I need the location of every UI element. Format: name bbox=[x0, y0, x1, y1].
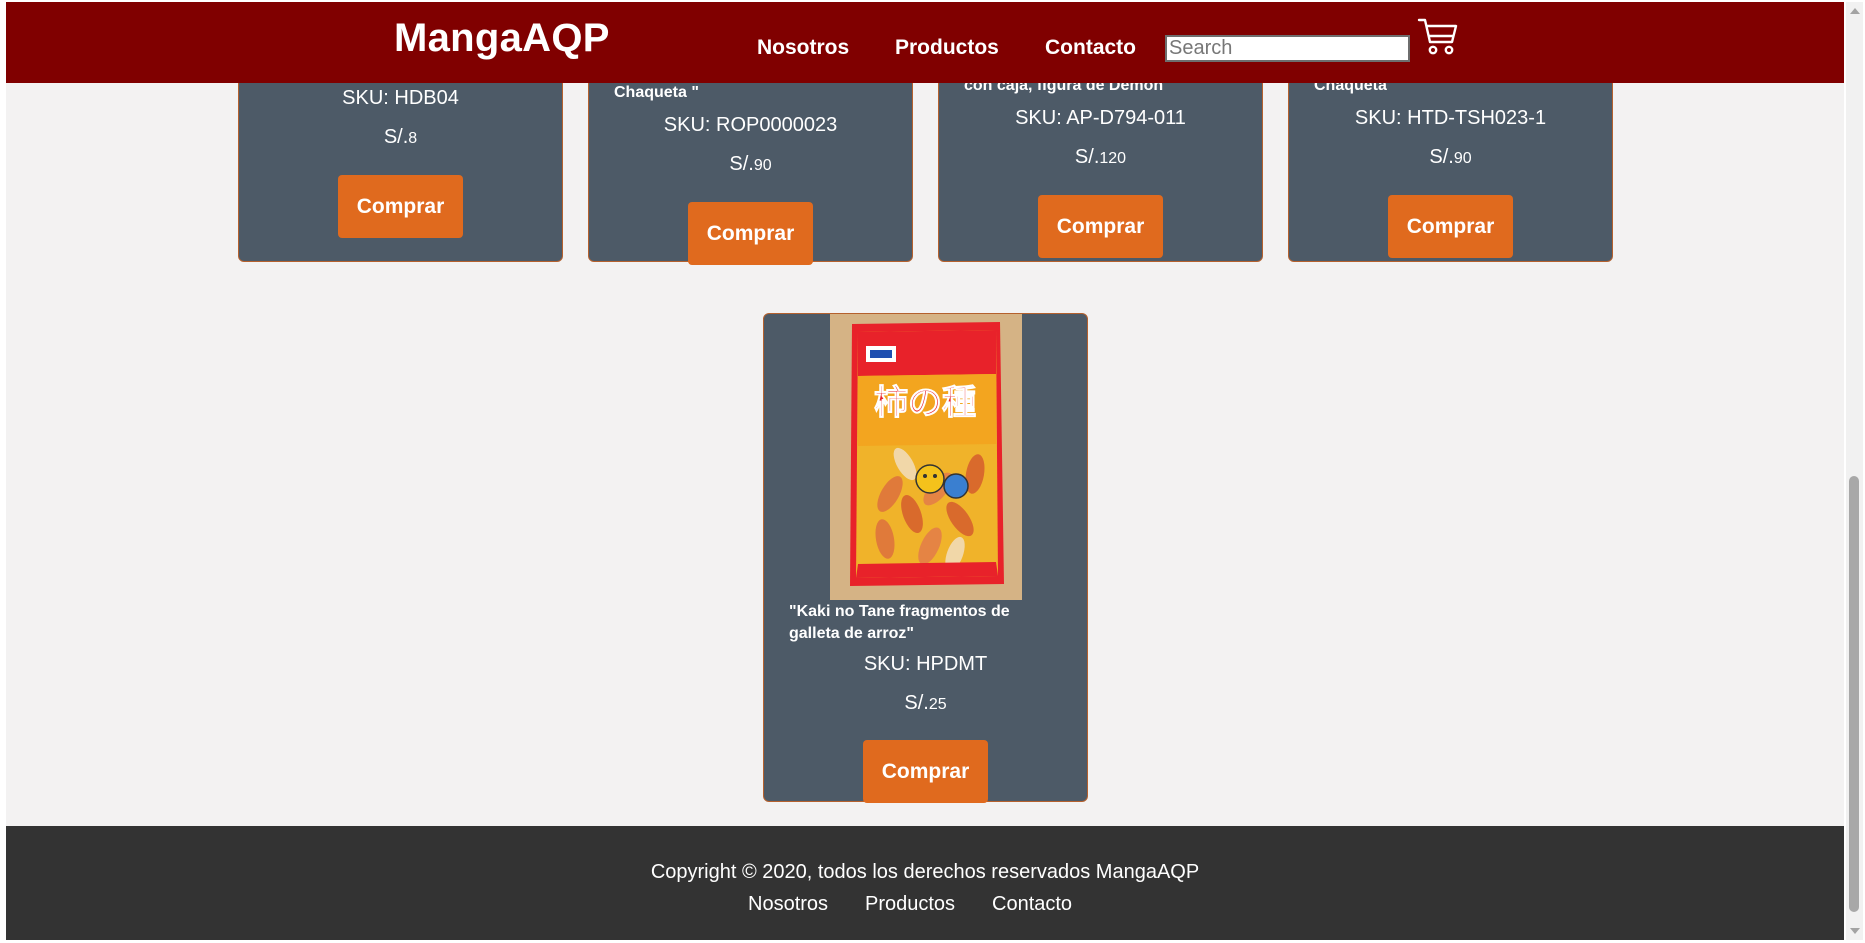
product-sku: SKU: HTD-TSH023-1 bbox=[1354, 107, 1547, 129]
product-price: S/.90 bbox=[729, 153, 772, 175]
scroll-up-arrow-icon[interactable] bbox=[1850, 8, 1860, 14]
search-input[interactable] bbox=[1165, 35, 1410, 62]
nav-productos[interactable]: Productos bbox=[895, 36, 999, 60]
scroll-down-arrow-icon[interactable] bbox=[1850, 928, 1860, 934]
comprar-button[interactable]: Comprar bbox=[688, 202, 813, 265]
footer-link-productos[interactable]: Productos bbox=[865, 893, 955, 916]
comprar-button[interactable]: Comprar bbox=[1388, 195, 1513, 258]
product-card: 柿の種 "Kaki no Tane fragmentos de galleta … bbox=[763, 313, 1088, 803]
footer-link-nosotros[interactable]: Nosotros bbox=[748, 893, 828, 916]
svg-text:柿の種: 柿の種 bbox=[874, 383, 976, 423]
product-price: S/.8 bbox=[383, 126, 418, 148]
product-title: Chaqueta " bbox=[614, 84, 699, 101]
site-footer: Copyright © 2020, todos los derechos res… bbox=[6, 826, 1844, 940]
rice-cracker-package-image[interactable]: 柿の種 bbox=[830, 314, 1022, 600]
product-sku: SKU: HDB04 bbox=[342, 87, 459, 109]
cart-icon[interactable] bbox=[1416, 14, 1460, 58]
product-sku: SKU: ROP0000023 bbox=[663, 114, 838, 136]
nav-nosotros[interactable]: Nosotros bbox=[757, 36, 849, 60]
footer-link-contacto[interactable]: Contacto bbox=[992, 893, 1072, 916]
comprar-button[interactable]: Comprar bbox=[338, 175, 463, 238]
comprar-button[interactable]: Comprar bbox=[1038, 195, 1163, 258]
vertical-scrollbar[interactable] bbox=[1846, 2, 1863, 940]
product-price: S/.90 bbox=[1429, 146, 1472, 168]
product-price: S/.120 bbox=[1074, 146, 1127, 168]
comprar-button[interactable]: Comprar bbox=[863, 740, 988, 803]
product-price: S/.25 bbox=[904, 692, 947, 714]
copyright-text: Copyright © 2020, todos los derechos res… bbox=[650, 861, 1200, 883]
brand-logo[interactable]: MangaAQP bbox=[394, 16, 610, 61]
page-viewport: SKU: HDB04 S/.8 Comprar Chaqueta " SKU: … bbox=[6, 2, 1844, 940]
site-header: MangaAQP Nosotros Productos Contacto bbox=[6, 2, 1844, 83]
nav-contacto[interactable]: Contacto bbox=[1045, 36, 1136, 60]
product-sku: SKU: HPDMT bbox=[863, 653, 988, 675]
scrollbar-thumb[interactable] bbox=[1849, 476, 1859, 912]
product-sku: SKU: AP-D794-011 bbox=[1015, 107, 1186, 129]
product-title: "Kaki no Tane fragmentos de galleta de a… bbox=[789, 603, 1010, 642]
